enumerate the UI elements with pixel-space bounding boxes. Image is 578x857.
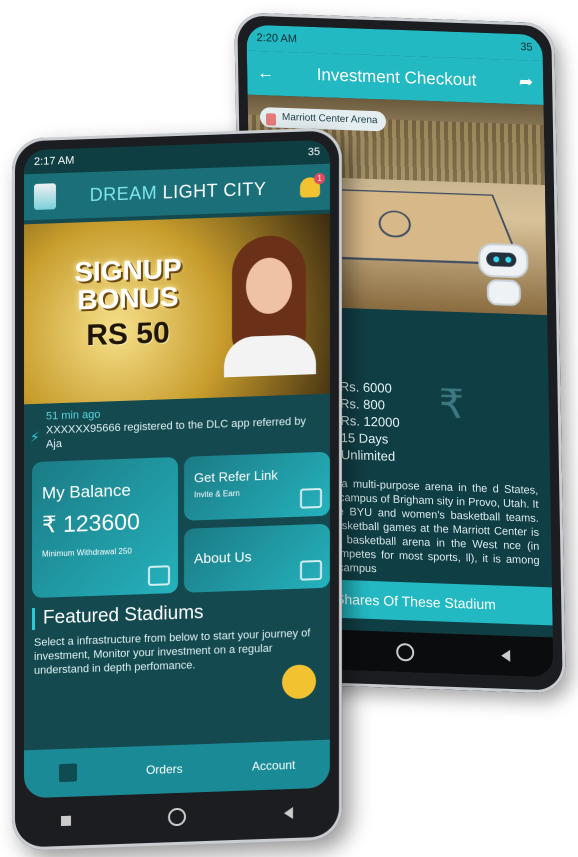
city-logo-icon xyxy=(34,183,56,210)
handshake-icon xyxy=(300,559,322,581)
system-nav xyxy=(12,791,342,843)
building-icon xyxy=(265,113,277,126)
lightning-icon: ⚡ xyxy=(30,428,40,446)
bottom-tab-bar: Orders Account xyxy=(24,739,330,799)
featured-title: Featured Stadiums xyxy=(32,597,322,631)
balance-amount: ₹ 123600 xyxy=(42,508,140,538)
refer-link-card[interactable]: Get Refer Link Invite & Earn xyxy=(184,451,330,521)
buy-shares-label: uy Shares Of These Stadium xyxy=(316,590,496,613)
notification-badge: 1 xyxy=(314,172,325,185)
rupee-icon: ₹ xyxy=(438,382,465,428)
about-us-card[interactable]: About Us xyxy=(184,523,330,593)
robot-assistant-icon[interactable] xyxy=(478,242,529,307)
signup-bonus-banner[interactable]: SIGNUP BONUS RS 50 xyxy=(24,213,330,405)
dashboard-cards: My Balance ₹ 123600 Minimum Withdrawal 2… xyxy=(32,451,330,602)
network-icon xyxy=(300,487,322,509)
chat-icon[interactable] xyxy=(282,664,316,700)
back-arrow-icon[interactable]: ← xyxy=(257,63,274,84)
home-icon[interactable] xyxy=(396,642,415,662)
model-photo xyxy=(224,234,316,378)
status-time: 2:17 AM xyxy=(34,154,75,168)
notification-bell-icon[interactable]: 1 xyxy=(300,172,325,198)
app-header: DREAM LIGHT CITY 1 xyxy=(24,163,330,221)
share-icon[interactable]: ➦ xyxy=(519,72,534,93)
banner-text: SIGNUP BONUS RS 50 xyxy=(74,252,182,353)
wallet-icon xyxy=(148,565,170,587)
tab-orders[interactable]: Orders xyxy=(146,762,183,777)
tab-account[interactable]: Account xyxy=(252,758,295,774)
battery-indicator: 35 xyxy=(307,146,320,159)
page-title: Investment Checkout xyxy=(316,65,477,90)
status-time: 2:20 AM xyxy=(256,31,298,46)
place-name: Marriott Center Arena xyxy=(281,111,378,127)
activity-ticker: ⚡ 51 min ago XXXXXX95666 registered to t… xyxy=(24,394,330,459)
app-brand: DREAM LIGHT CITY xyxy=(89,178,267,205)
back-icon[interactable] xyxy=(500,649,511,662)
home-icon[interactable] xyxy=(168,807,187,827)
recents-icon[interactable] xyxy=(60,815,71,827)
front-phone: 2:17 AM 35 DREAM LIGHT CITY 1 SIGNUP BON… xyxy=(12,127,342,851)
back-icon[interactable] xyxy=(284,806,294,820)
balance-card[interactable]: My Balance ₹ 123600 Minimum Withdrawal 2… xyxy=(32,456,178,599)
front-screen: 2:17 AM 35 DREAM LIGHT CITY 1 SIGNUP BON… xyxy=(24,139,330,799)
court-center xyxy=(378,210,412,238)
tab-home-icon[interactable] xyxy=(58,763,77,783)
battery-indicator: 35 xyxy=(520,41,533,54)
featured-description: Select a infrastructure from below to st… xyxy=(34,627,311,677)
